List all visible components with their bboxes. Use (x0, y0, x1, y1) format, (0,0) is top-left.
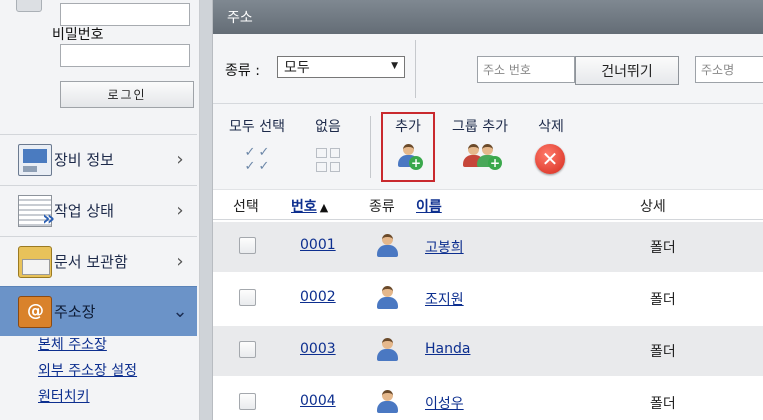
select-all-button[interactable]: 모두 선택 ✓ ✓ ✓ ✓ (225, 116, 289, 176)
column-name[interactable]: 이름 (416, 196, 442, 216)
login-panel: 비밀번호 로그인 (0, 0, 200, 130)
chevron-right-icon: › (176, 200, 184, 221)
person-icon (376, 338, 398, 362)
login-id-input[interactable] (60, 3, 190, 26)
skip-button[interactable]: 건너뛰기 (575, 56, 679, 85)
chevron-down-icon: ⌄ (172, 301, 188, 322)
row-name-link[interactable]: 조지원 (425, 289, 464, 309)
row-checkbox[interactable] (239, 393, 256, 410)
sidebar: 비밀번호 로그인 장비 정보 › 작업 상태 › 문서 보관함 › 주소장 ⌄ … (0, 0, 200, 420)
row-number-link[interactable]: 0002 (300, 289, 336, 305)
add-person-icon: + (392, 144, 424, 176)
select-all-label: 모두 선택 (229, 119, 285, 135)
table-row: 0003 Handa 폴더 (213, 326, 763, 376)
panel-badge-icon (16, 0, 42, 12)
delete-button[interactable]: 삭제 ✕ (531, 116, 571, 176)
sidebar-item-label: 주소장 (54, 303, 96, 321)
row-name-link[interactable]: 고봉희 (425, 237, 464, 257)
divider (370, 116, 371, 178)
person-icon (376, 286, 398, 310)
filter-bar: 종류 : 모두 ▼ 주소 번호 건너뛰기 주소명 (213, 34, 763, 104)
delete-icon: ✕ (535, 144, 567, 176)
row-detail: 폴더 (650, 240, 676, 256)
table-row: 0002 조지원 폴더 (213, 274, 763, 324)
sidebar-item-label: 장비 정보 (54, 151, 114, 169)
address-book-submenu: 본체 주소장 외부 주소장 설정 원터치키 (0, 334, 197, 412)
sidebar-item-device-info[interactable]: 장비 정보 › (0, 134, 197, 184)
password-label: 비밀번호 (52, 27, 104, 43)
address-book-icon (18, 295, 52, 328)
row-checkbox[interactable] (239, 237, 256, 254)
row-number-link[interactable]: 0001 (300, 237, 336, 253)
select-none-label: 없음 (315, 119, 341, 135)
chevron-right-icon: › (176, 251, 184, 272)
table-row: 0004 이성우 폴더 (213, 378, 763, 420)
type-select-value: 모두 (284, 60, 310, 76)
toolbar: 모두 선택 ✓ ✓ ✓ ✓ 없음 추가 + 그룹 추가 + 삭제 ✕ (213, 104, 763, 190)
row-checkbox[interactable] (239, 341, 256, 358)
page-title: 주소 (213, 0, 763, 34)
add-group-button[interactable]: 그룹 추가 + (447, 116, 513, 176)
document-box-icon (18, 245, 52, 278)
address-number-input[interactable]: 주소 번호 (477, 56, 575, 83)
row-number-link[interactable]: 0004 (300, 393, 336, 409)
add-button[interactable]: 추가 + (381, 112, 435, 182)
row-name-link[interactable]: Handa (425, 341, 470, 357)
row-number-link[interactable]: 0003 (300, 341, 336, 357)
check-all-icon: ✓ ✓ ✓ ✓ (244, 145, 270, 174)
address-name-input[interactable]: 주소명 (695, 56, 763, 83)
sidebar-item-address-book[interactable]: 주소장 ⌄ (0, 286, 197, 336)
sub-link-external-address-book[interactable]: 외부 주소장 설정 (38, 360, 197, 386)
row-checkbox[interactable] (239, 289, 256, 306)
person-icon (376, 390, 398, 414)
empty-grid-icon (312, 144, 344, 176)
sort-ascending-icon: ▲ (319, 201, 329, 214)
row-detail: 폴더 (650, 344, 676, 360)
person-icon (376, 234, 398, 258)
select-none-button[interactable]: 없음 (309, 116, 347, 176)
main-panel: 주소 종류 : 모두 ▼ 주소 번호 건너뛰기 주소명 모두 선택 ✓ ✓ ✓ ✓ 없… (212, 0, 763, 420)
delete-label: 삭제 (538, 119, 564, 135)
add-label: 추가 (395, 119, 421, 135)
column-detail: 상세 (640, 199, 666, 215)
add-group-label: 그룹 추가 (452, 119, 508, 135)
job-status-icon (18, 194, 55, 230)
table-header: 선택 번호 ▲ 종류 이름 상세 (213, 190, 763, 220)
column-type: 종류 (369, 199, 395, 215)
sidebar-item-document-box[interactable]: 문서 보관함 › (0, 236, 197, 286)
device-info-icon (18, 143, 52, 176)
column-number[interactable]: 번호 ▲ (291, 196, 328, 216)
sub-link-device-address-book[interactable]: 본체 주소장 (38, 334, 197, 360)
row-detail: 폴더 (650, 292, 676, 308)
table-row: 0001 고봉희 폴더 (213, 222, 763, 272)
password-input[interactable] (60, 44, 190, 67)
sidebar-item-job-status[interactable]: 작업 상태 › (0, 185, 197, 235)
divider (415, 40, 416, 98)
sidebar-item-label: 작업 상태 (54, 202, 114, 220)
row-detail: 폴더 (650, 396, 676, 412)
column-select: 선택 (233, 199, 259, 215)
add-group-icon: + (460, 144, 502, 176)
type-label: 종류 : (225, 63, 260, 79)
chevron-right-icon: › (176, 149, 184, 170)
dropdown-arrow-icon: ▼ (391, 61, 398, 71)
type-select[interactable]: 모두 ▼ (277, 56, 405, 78)
sub-link-one-touch-key[interactable]: 원터치키 (38, 386, 197, 412)
sidebar-item-label: 문서 보관함 (54, 253, 128, 271)
login-button[interactable]: 로그인 (60, 81, 194, 108)
row-name-link[interactable]: 이성우 (425, 393, 464, 413)
